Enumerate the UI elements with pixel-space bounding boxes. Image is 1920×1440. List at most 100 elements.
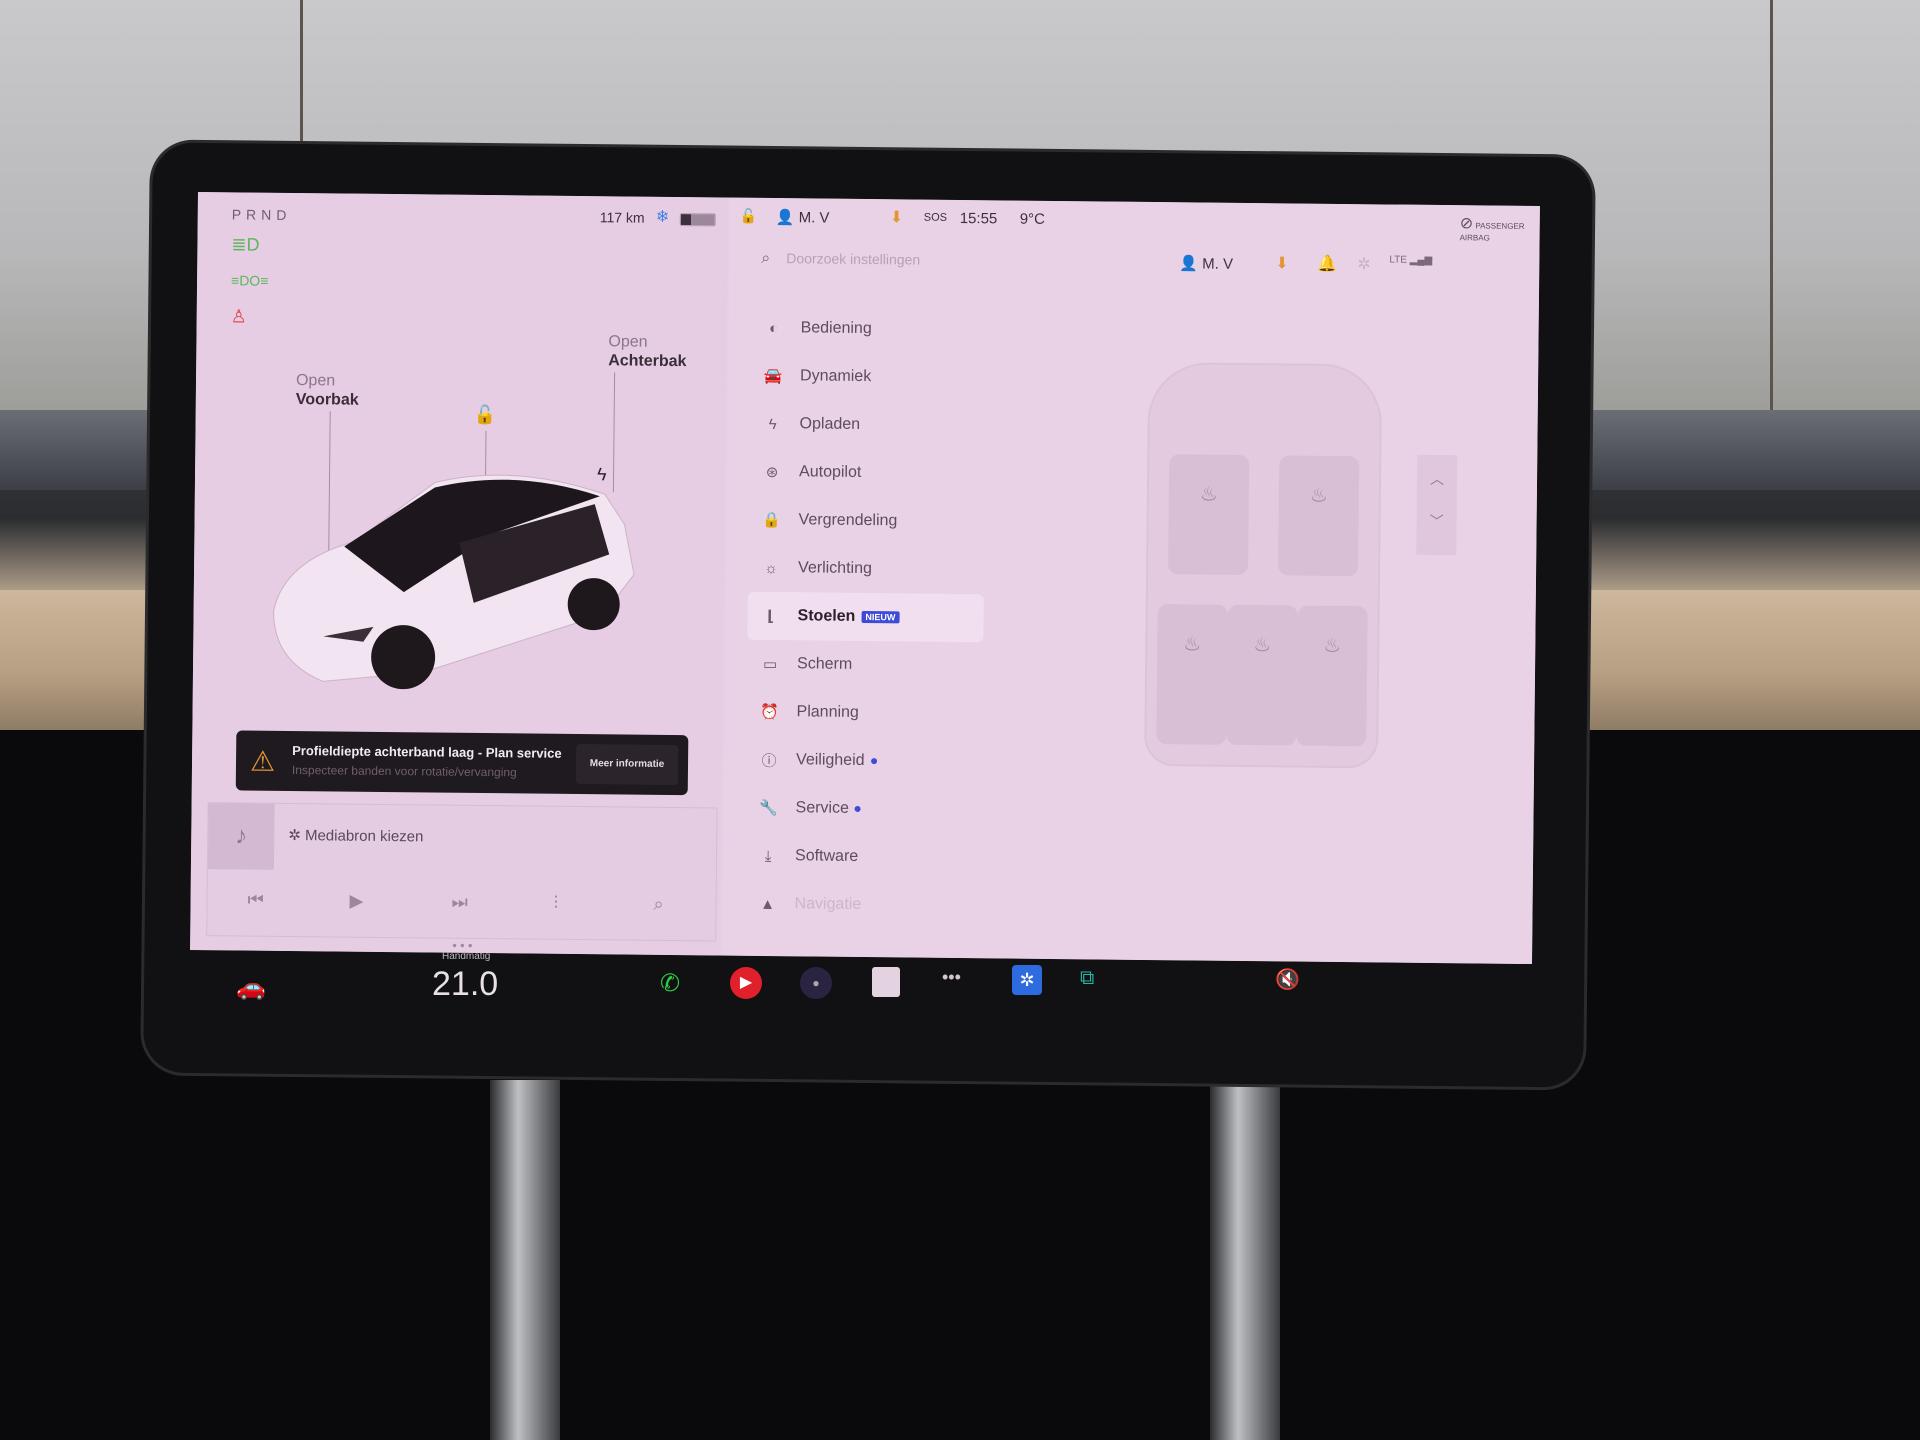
menu-item-veiligheid[interactable]: ⓘ Veiligheid [746,736,986,787]
toybox-icon[interactable]: ⧉ [1080,967,1094,990]
taskbar: 🚗 Handmatig 21.0 ✆ ▶ ● ••• ✲ ⧉ 🔇 [200,951,1540,1035]
tire-alert: ⚠ Profieldiepte achterband laag - Plan s… [235,730,689,796]
menu-item-bediening[interactable]: ◐ Bediening [750,304,990,355]
volume-muted-icon[interactable]: 🔇 [1275,967,1300,992]
heat-icon: ♨ [1199,483,1218,506]
menu-label: Stoelen [797,607,856,625]
seat-heater-diagram: ♨ ♨ ♨ ♨ ♨ [1144,361,1383,769]
tree [1770,0,1773,410]
profile-name: M. V [798,209,830,227]
seat-icon: ⌊ [767,607,775,626]
menu-label: Verlichting [798,559,873,578]
gear-indicator: PRND [231,206,292,223]
play-button[interactable]: ▶ [349,891,363,912]
tree [300,0,303,150]
music-note-icon: ♪ [207,803,275,870]
menu-item-software[interactable]: ⤓ Software [745,832,985,883]
car-status-panel: PRND 117 km ❄ ≣D ≡DO≡ ♙ Open Voorbak 🔓 O… [190,192,728,956]
menu-item-scherm[interactable]: ▭ Scherm [747,640,987,691]
media-player: ♪ ✲ Mediabron kiezen ⏮ ▶ ⏭ ⫶ ⌕ [206,802,718,942]
unlock-status-icon[interactable]: 🔓 [740,208,758,225]
menu-label: Software [794,847,859,865]
next-track-button[interactable]: ⏭ [451,892,467,913]
media-source-button[interactable]: ✲ Mediabron kiezen [288,826,423,845]
climate-mode: Handmatig [442,951,491,962]
seat-heater-rear-right[interactable]: ♨ [1296,605,1368,747]
notification-bell-icon[interactable]: 🔔 [1317,254,1337,274]
download-icon: ⤓ [764,847,772,865]
toggle-icon: ◐ [768,319,779,337]
menu-item-opladen[interactable]: ϟ Opladen [749,400,989,451]
cellular-signal-icon: LTE ▂▄▆ [1389,254,1433,266]
seat-scroll-control[interactable]: ︿ ﹀ [1416,454,1458,556]
passenger-airbag-indicator: ⊘ PASSENGER AIRBAG [1460,213,1530,243]
sos-button[interactable]: SOS [924,212,947,224]
seat-heater-rear-center[interactable]: ♨ [1226,604,1298,746]
profile-name: M. V [1202,255,1234,273]
more-info-button[interactable]: Meer informatie [575,743,679,786]
menu-label: Dynamiek [800,367,872,386]
download-alert-icon[interactable]: ⬇ [890,207,904,227]
bluetooth-app-icon[interactable]: ✲ [1012,965,1042,995]
trunk-state: Open [608,333,648,351]
notification-dot [870,758,877,765]
alert-subtitle: Inspecteer banden voor rotatie/vervangin… [291,763,517,780]
unlock-icon[interactable]: 🔓 [474,405,497,426]
menu-item-stoelen[interactable]: ⌊ Stoelen NIEUW [747,591,984,643]
charge-port-icon[interactable]: ϟ [597,464,607,485]
profile-button[interactable]: 👤 M. V [1179,254,1233,273]
cabin-temperature[interactable]: 21.0 [432,965,498,1004]
menu-item-planning[interactable]: ⏰ Planning [746,688,986,739]
trunk-button[interactable]: Open Achterbak [608,332,687,371]
car-icon: 🚘 [763,367,783,386]
software-update-icon[interactable]: ⬇ [1275,253,1289,273]
menu-item-vergrendeling[interactable]: 🔒 Vergrendeling [748,496,988,547]
frunk-state: Open [295,372,336,390]
menu-item-autopilot[interactable]: ⊛ Autopilot [749,448,989,499]
music-app-icon[interactable]: ▶ [730,967,762,999]
menu-item-service[interactable]: 🔧 Service [745,784,985,835]
airbag-off-icon: ⊘ [1459,215,1474,233]
sun-icon: ☼ [764,559,779,577]
console-rail [1210,1080,1280,1440]
settings-menu: ◐ Bediening 🚘 Dynamiek ϟ Opladen ⊛ Autopilot… [744,304,991,930]
heat-icon: ♨ [1323,634,1342,657]
seat-heater-rear-left[interactable]: ♨ [1156,604,1228,745]
navigation-icon: ▲ [760,895,776,913]
seat-heater-front-left[interactable]: ♨ [1168,454,1250,576]
menu-label: Autopilot [799,463,862,481]
steering-wheel-icon: ⊛ [765,463,779,482]
chevron-down-icon[interactable]: ﹀ [1417,511,1457,531]
camera-icon[interactable]: ● [800,967,832,999]
car-render [273,474,635,690]
touchscreen: PRND 117 km ❄ ≣D ≡DO≡ ♙ Open Voorbak 🔓 O… [190,192,1540,965]
chevron-up-icon[interactable]: ︿ [1417,469,1457,489]
notes-icon[interactable] [872,967,900,997]
menu-item-dynamiek[interactable]: 🚘 Dynamiek [750,352,990,403]
menu-label: Vergrendeling [798,511,898,530]
menu-label: Bediening [800,319,872,338]
more-apps-icon[interactable]: ••• [942,967,961,988]
menu-label: Planning [796,703,859,721]
profile-top[interactable]: 👤 M. V [776,208,830,227]
console-rail [490,1080,560,1440]
display-icon: ▭ [762,655,778,674]
equalizer-button[interactable]: ⫶ [553,893,558,914]
menu-item-verlichting[interactable]: ☼ Verlichting [748,544,988,595]
car-app-icon[interactable]: 🚗 [236,973,266,1002]
bluetooth-status-icon[interactable]: ✲ [1357,254,1371,274]
menu-item-navigatie[interactable]: ▲ Navigatie [744,880,984,931]
menu-label: Scherm [797,655,853,673]
menu-label: Service [795,799,850,817]
search-placeholder: Doorzoek instellingen [786,250,921,268]
settings-search-input[interactable]: ⌕ Doorzoek instellingen [761,250,920,270]
wrench-icon: 🔧 [759,799,779,818]
phone-icon[interactable]: ✆ [660,969,680,998]
previous-track-button[interactable]: ⏮ [247,890,263,911]
seat-heater-front-right[interactable]: ♨ [1278,455,1360,577]
warning-icon: ⚠ [249,745,276,777]
bluetooth-icon: ✲ [288,826,306,845]
outside-temp: 9°C [1019,210,1046,228]
media-search-button[interactable]: ⌕ [653,894,663,915]
frunk-button[interactable]: Open Voorbak [296,371,359,410]
